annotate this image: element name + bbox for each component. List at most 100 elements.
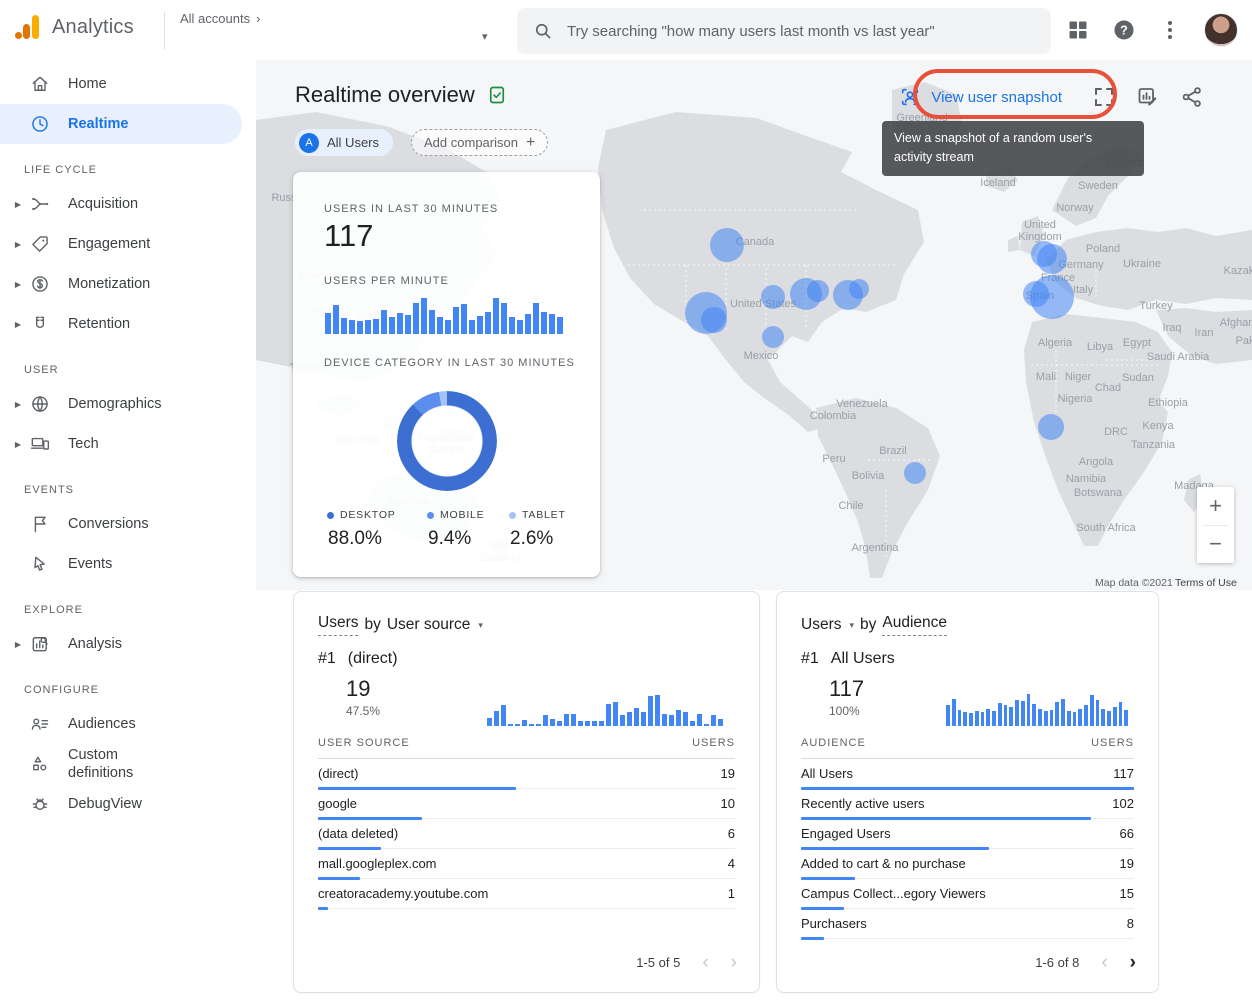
- expand-arrow-icon[interactable]: ▶: [10, 240, 26, 249]
- add-comparison-chip[interactable]: Add comparison +: [411, 129, 548, 156]
- acquisition-icon: [30, 194, 50, 214]
- row-value: 8: [1127, 916, 1134, 931]
- bar: [389, 317, 395, 334]
- edit-insights-icon[interactable]: [1136, 85, 1160, 109]
- bar: [1101, 709, 1105, 726]
- map-terms-link[interactable]: Terms of Use: [1175, 577, 1237, 589]
- sidebar-section-header: LIFE CYCLE: [24, 164, 256, 176]
- legend-label: TABLET: [522, 509, 566, 521]
- caret-down-icon[interactable]: ▾: [478, 620, 483, 631]
- next-page-icon[interactable]: ›: [731, 953, 737, 972]
- expand-arrow-icon[interactable]: ▶: [10, 400, 26, 409]
- users-per-minute-chart: [325, 294, 569, 334]
- map-country-label: Norway: [1056, 202, 1093, 214]
- bar: [697, 714, 702, 726]
- bar: [1084, 705, 1088, 726]
- metric-dropdown[interactable]: Users: [318, 614, 358, 636]
- map-country-label: Ukraine: [1123, 258, 1161, 270]
- expand-arrow-icon[interactable]: ▶: [10, 640, 26, 649]
- map-country-label: Kazakh: [1224, 265, 1252, 277]
- analytics-logo-icon[interactable]: [14, 12, 42, 42]
- expand-arrow-icon[interactable]: ▶: [10, 200, 26, 209]
- search-input[interactable]: [567, 23, 1035, 40]
- sidebar-item-audiences[interactable]: Audiences: [0, 704, 256, 744]
- sidebar-item-retention[interactable]: ▶Retention: [0, 304, 256, 344]
- next-page-icon[interactable]: ›: [1130, 953, 1136, 972]
- bar: [634, 708, 639, 726]
- sidebar-item-realtime[interactable]: Realtime: [0, 104, 242, 144]
- help-icon[interactable]: ?: [1112, 18, 1136, 42]
- prev-page-icon[interactable]: ‹: [1101, 953, 1107, 972]
- table-row: Campus Collect...egory Viewers15: [801, 879, 1134, 909]
- bar: [525, 314, 531, 334]
- apps-grid-icon[interactable]: [1066, 18, 1090, 42]
- map-country-label: Nigeria: [1058, 393, 1093, 405]
- sidebar-item-demographics[interactable]: ▶Demographics: [0, 384, 256, 424]
- sidebar-item-tech[interactable]: ▶Tech: [0, 424, 256, 464]
- dimension-dropdown[interactable]: User source: [387, 616, 471, 634]
- audience-table: AUDIENCE USERS All Users117Recently acti…: [801, 737, 1134, 939]
- legend-item-mobile: MOBILE9.4%: [427, 509, 484, 550]
- dimension-dropdown[interactable]: Audience: [882, 614, 947, 636]
- map-user-dot: [807, 280, 829, 302]
- expand-arrow-icon[interactable]: ▶: [10, 280, 26, 289]
- account-caret-icon[interactable]: ▾: [482, 30, 488, 43]
- sidebar-item-monetization[interactable]: ▶Monetization: [0, 264, 256, 304]
- row-label: mall.googleplex.com: [318, 856, 437, 871]
- fullscreen-icon[interactable]: [1092, 85, 1116, 109]
- row-label: Recently active users: [801, 796, 925, 811]
- row-label: All Users: [801, 766, 853, 781]
- map-zoom-out-button[interactable]: −: [1197, 526, 1234, 564]
- caret-down-icon[interactable]: ▾: [849, 620, 854, 631]
- users-by-user-source-card: Users by User source ▾ #1 (direct) 19 47…: [293, 591, 760, 993]
- svg-text:?: ?: [1120, 24, 1128, 38]
- bar: [1090, 695, 1094, 726]
- sidebar-section-header: EVENTS: [24, 484, 256, 496]
- sidebar-item-engagement[interactable]: ▶Engagement: [0, 224, 256, 264]
- share-icon[interactable]: [1180, 85, 1204, 109]
- sidebar-item-custom-definitions[interactable]: Custom definitions: [0, 744, 256, 784]
- breadcrumb[interactable]: All accounts ›: [180, 11, 260, 26]
- map-country-label: Iceland: [980, 177, 1015, 189]
- bar: [620, 715, 625, 726]
- bar: [1027, 694, 1031, 726]
- sidebar-item-conversions[interactable]: Conversions: [0, 504, 256, 544]
- sidebar-item-events[interactable]: Events: [0, 544, 256, 584]
- bar: [578, 721, 583, 726]
- user-snapshot-icon: [899, 86, 921, 108]
- map-country-label: Niger: [1065, 371, 1091, 383]
- map-country-label: Brazil: [879, 445, 907, 457]
- title-by: by: [364, 616, 380, 634]
- bar: [469, 320, 475, 334]
- user-source-table: USER SOURCE USERS (direct)19google10(dat…: [318, 737, 735, 909]
- map-zoom-in-button[interactable]: +: [1197, 487, 1234, 525]
- sidebar-item-acquisition[interactable]: ▶Acquisition: [0, 184, 256, 224]
- expand-arrow-icon[interactable]: ▶: [10, 320, 26, 329]
- sidebar-item-analysis[interactable]: ▶Analysis: [0, 624, 256, 664]
- pagination: 1-5 of 5 ‹ ›: [636, 953, 737, 972]
- sidebar-item-label: Events: [68, 555, 112, 573]
- more-vert-icon[interactable]: [1158, 18, 1182, 42]
- metric-dropdown[interactable]: Users: [801, 616, 841, 634]
- bar: [683, 712, 688, 726]
- sidebar-item-home[interactable]: Home: [0, 64, 256, 104]
- sidebar-item-debugview[interactable]: DebugView: [0, 784, 256, 824]
- bar: [536, 724, 541, 726]
- sidebar-section-header: EXPLORE: [24, 604, 256, 616]
- bar: [662, 714, 667, 726]
- view-user-snapshot-button[interactable]: View user snapshot: [889, 78, 1072, 116]
- app-title[interactable]: Analytics: [52, 16, 134, 39]
- map-country-label: Saudi Arabia: [1147, 351, 1209, 363]
- search-bar[interactable]: [517, 8, 1051, 54]
- prev-page-icon[interactable]: ‹: [702, 953, 708, 972]
- expand-arrow-icon[interactable]: ▶: [10, 440, 26, 449]
- map-country-label: Turkey: [1139, 300, 1172, 312]
- user-avatar[interactable]: [1204, 13, 1238, 47]
- engagement-icon: [30, 234, 50, 254]
- column-header-users: USERS: [1091, 737, 1134, 749]
- bar: [975, 711, 979, 726]
- bar: [599, 721, 604, 726]
- row-value: 102: [1112, 796, 1134, 811]
- all-users-comparison-chip[interactable]: A All Users: [295, 129, 393, 156]
- left-navigation: HomeRealtime LIFE CYCLE ▶Acquisition▶Engag…: [0, 60, 256, 1005]
